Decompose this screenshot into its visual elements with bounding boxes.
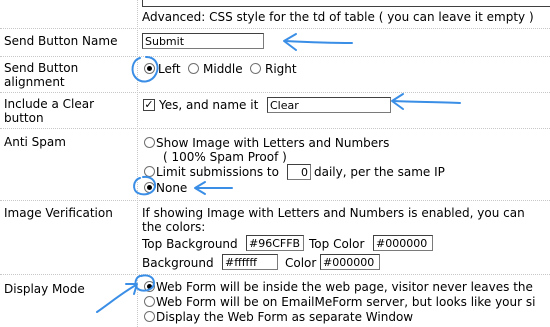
row-divider (0, 92, 550, 93)
color-label: Color (285, 256, 317, 270)
anti-spam-none-label: None (156, 181, 188, 195)
top-color-input[interactable] (373, 235, 433, 251)
top-background-input[interactable] (246, 235, 304, 251)
anti-spam-image-label: Show Image with Letters and Numbers (156, 136, 390, 150)
display-server-label: Web Form will be on EmailMeForm server, … (156, 295, 536, 309)
align-left-radio[interactable] (144, 63, 155, 74)
anti-spam-image-radio[interactable] (144, 137, 155, 148)
arrow-head-annotation (194, 181, 206, 195)
row-divider (0, 274, 550, 275)
display-server-radio[interactable] (144, 296, 155, 307)
send-button-alignment-label: Send Button alignment (4, 61, 79, 89)
column-divider (137, 0, 138, 327)
anti-spam-limit-input[interactable] (287, 164, 311, 180)
row-divider (0, 128, 550, 129)
image-verification-description: If showing Image with Letters and Number… (142, 206, 525, 220)
anti-spam-limit-suffix: daily, per the same IP (314, 165, 445, 179)
background-label: Background (142, 256, 214, 270)
clear-button-checkbox[interactable]: ✓ (143, 99, 155, 111)
anti-spam-limit-radio[interactable] (144, 166, 155, 177)
arrow-head-annotation (391, 93, 404, 110)
top-background-label: Top Background (142, 237, 238, 251)
align-right-radio[interactable] (250, 63, 261, 74)
row-divider (0, 200, 550, 201)
anti-spam-label: Anti Spam (4, 135, 66, 149)
align-middle-label: Middle (203, 62, 243, 76)
display-inside-radio[interactable] (144, 281, 155, 292)
td-style-input[interactable] (142, 0, 550, 7)
display-inside-label: Web Form will be inside the web page, vi… (156, 280, 533, 294)
anti-spam-limit-prefix: Limit submissions to (156, 165, 279, 179)
advanced-note: Advanced: CSS style for the td of table … (142, 10, 534, 24)
top-color-label: Top Color (309, 237, 365, 251)
image-verification-label: Image Verification (4, 206, 113, 220)
display-window-radio[interactable] (144, 311, 155, 322)
clear-button-checkbox-label: Yes, and name it (159, 98, 259, 112)
send-button-name-label: Send Button Name (4, 34, 118, 48)
arrow-annotation (284, 40, 353, 44)
background-input[interactable] (222, 254, 278, 270)
display-window-label: Display the Web Form as separate Window (156, 310, 414, 324)
row-divider (0, 56, 550, 57)
row-divider (0, 28, 550, 29)
anti-spam-image-sublabel: ( 100% Spam Proof ) (163, 150, 287, 164)
arrow-annotation (392, 100, 461, 104)
arrow-head-annotation (283, 33, 297, 51)
anti-spam-none-radio[interactable] (144, 182, 155, 193)
align-left-label: Left (158, 62, 181, 76)
clear-button-name-input[interactable] (267, 97, 391, 113)
send-button-name-input[interactable] (142, 33, 264, 49)
clear-button-label: Include a Clear button (4, 97, 95, 125)
image-verification-description-2: the colors: (142, 220, 206, 234)
color-input[interactable] (320, 254, 380, 270)
align-right-label: Right (265, 62, 297, 76)
display-mode-label: Display Mode (4, 282, 85, 296)
align-middle-radio[interactable] (188, 63, 199, 74)
